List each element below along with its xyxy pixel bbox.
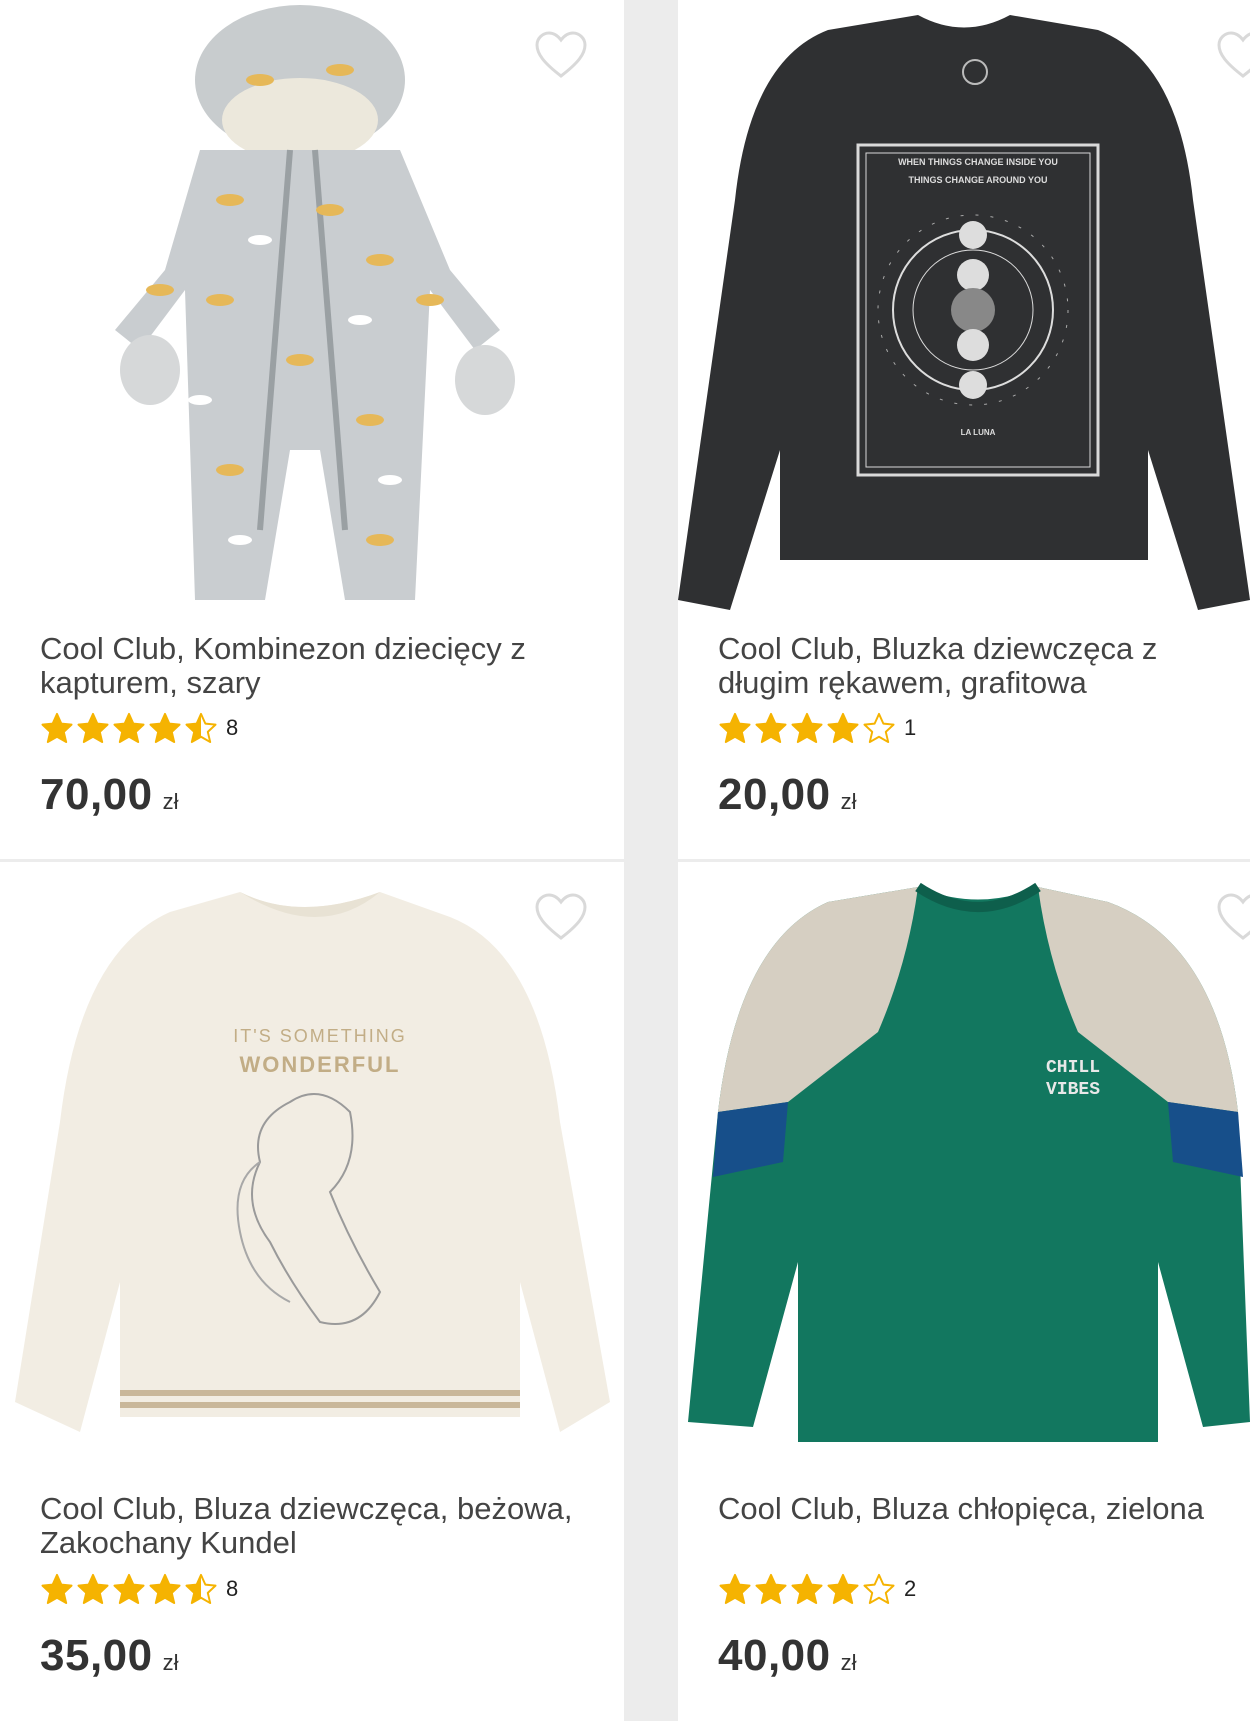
star-filled-icon (113, 1573, 145, 1605)
grey-snowsuit-image (0, 0, 624, 620)
star-half-icon (185, 1573, 217, 1605)
rating-stars: 8 (40, 712, 238, 744)
star-filled-icon (719, 1573, 751, 1605)
product-image[interactable]: WHEN THINGS CHANGE INSIDE YOU THINGS CHA… (678, 0, 1250, 620)
price-currency: zł (840, 1650, 857, 1675)
price-amount: 40,00 (718, 1631, 831, 1680)
product-title[interactable]: Cool Club, Bluza dziewczęca, beżowa, Zak… (40, 1492, 604, 1560)
product-price: 35,00 zł (40, 1631, 179, 1681)
product-price: 40,00 zł (718, 1631, 857, 1681)
print-line-3: LA LUNA (961, 428, 996, 437)
star-filled-icon (755, 712, 787, 744)
star-filled-icon (41, 712, 73, 744)
product-card[interactable]: CHILL VIBES Cool Club, Bluza chłopięca, … (678, 862, 1250, 1721)
print-line-2: VIBES (1046, 1080, 1100, 1100)
rating-stars: 1 (718, 712, 916, 744)
rating-stars: 8 (40, 1573, 238, 1605)
star-filled-icon (77, 1573, 109, 1605)
product-card[interactable]: WHEN THINGS CHANGE INSIDE YOU THINGS CHA… (678, 0, 1250, 859)
print-line-1: CHILL (1046, 1058, 1100, 1078)
review-count: 2 (904, 1576, 917, 1601)
star-half-icon (185, 712, 217, 744)
product-price: 20,00 zł (718, 770, 857, 820)
price-currency: zł (840, 789, 857, 814)
print-line-2: THINGS CHANGE AROUND YOU (908, 175, 1047, 185)
favorite-heart-icon[interactable] (534, 892, 588, 942)
product-title[interactable]: Cool Club, Bluzka dziewczęca z długim rę… (718, 632, 1230, 700)
review-count: 1 (904, 715, 917, 740)
star-filled-icon (791, 1573, 823, 1605)
product-title[interactable]: Cool Club, Bluza chłopięca, zielona (718, 1492, 1230, 1526)
graphite-longsleeve-image: WHEN THINGS CHANGE INSIDE YOU THINGS CHA… (678, 0, 1250, 620)
star-empty-icon (863, 712, 895, 744)
product-image[interactable] (0, 0, 624, 620)
star-filled-icon (827, 712, 859, 744)
beige-sweatshirt-image: IT'S SOMETHING WONDERFUL (0, 862, 624, 1482)
price-amount: 70,00 (40, 770, 153, 819)
star-filled-icon (41, 1573, 73, 1605)
green-sweatshirt-image: CHILL VIBES (678, 862, 1250, 1482)
print-line-1: IT'S SOMETHING (233, 1026, 406, 1046)
review-count: 8 (226, 715, 239, 740)
print-line-2: WONDERFUL (240, 1052, 401, 1077)
print-line-1: WHEN THINGS CHANGE INSIDE YOU (898, 157, 1058, 167)
product-image[interactable]: CHILL VIBES (678, 862, 1250, 1482)
price-currency: zł (162, 1650, 179, 1675)
favorite-heart-icon[interactable] (534, 30, 588, 80)
price-amount: 35,00 (40, 1631, 153, 1680)
star-filled-icon (113, 712, 145, 744)
star-empty-icon (863, 1573, 895, 1605)
product-grid: Cool Club, Kombinezon dziecięcy z kaptur… (0, 0, 1250, 1721)
product-image[interactable]: IT'S SOMETHING WONDERFUL (0, 862, 624, 1482)
product-price: 70,00 zł (40, 770, 179, 820)
star-filled-icon (149, 1573, 181, 1605)
star-filled-icon (755, 1573, 787, 1605)
price-currency: zł (162, 789, 179, 814)
star-filled-icon (149, 712, 181, 744)
favorite-heart-icon[interactable] (1216, 30, 1250, 80)
rating-stars: 2 (718, 1573, 916, 1605)
product-card[interactable]: IT'S SOMETHING WONDERFUL Cool Club, Bluz… (0, 862, 624, 1721)
favorite-heart-icon[interactable] (1216, 892, 1250, 942)
star-filled-icon (719, 712, 751, 744)
price-amount: 20,00 (718, 770, 831, 819)
product-card[interactable]: Cool Club, Kombinezon dziecięcy z kaptur… (0, 0, 624, 859)
star-filled-icon (791, 712, 823, 744)
review-count: 8 (226, 1576, 239, 1601)
star-filled-icon (827, 1573, 859, 1605)
product-title[interactable]: Cool Club, Kombinezon dziecięcy z kaptur… (40, 632, 604, 700)
star-filled-icon (77, 712, 109, 744)
